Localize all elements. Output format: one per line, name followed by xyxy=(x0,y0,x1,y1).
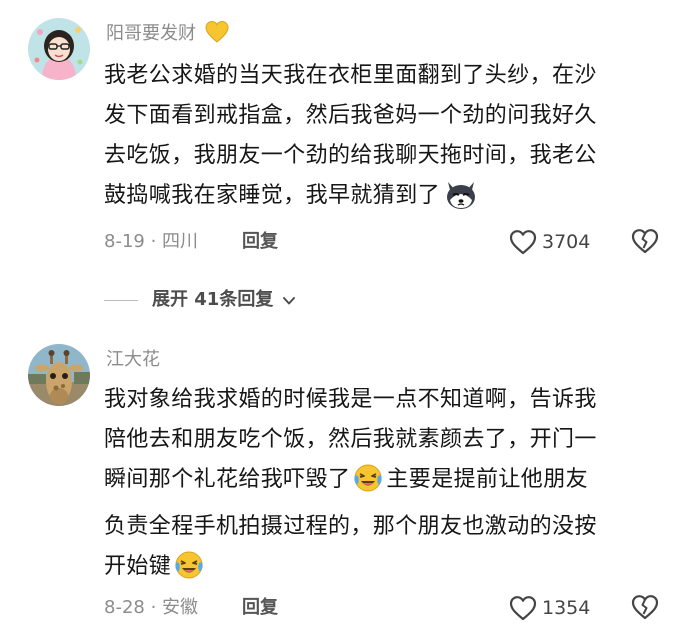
comment-2: 江大花 我对象给我求婚的时候我是一点不知道啊，告诉我 陪他去和朋友吃个饭，然后我… xyxy=(0,0,690,637)
crying-laughing-emoji-icon xyxy=(352,463,384,507)
avatar-giraffe-photo-icon xyxy=(28,344,90,406)
reply-button[interactable]: 回复 xyxy=(242,596,278,620)
like-button[interactable]: 1354 xyxy=(508,593,590,623)
comment-text: 我对象给我求婚的时候我是一点不知道啊，告诉我 陪他去和朋友吃个饭，然后我就素颜去… xyxy=(104,380,664,594)
comment-text-line: 我对象给我求婚的时候我是一点不知道啊，告诉我 xyxy=(104,387,597,412)
dislike-button[interactable] xyxy=(630,593,660,623)
heart-outline-icon xyxy=(509,596,537,621)
avatar[interactable] xyxy=(28,344,90,406)
comment-text-line-with-emoji: 开始键 xyxy=(104,547,664,594)
crying-laughing-emoji-icon xyxy=(173,550,205,594)
comment-meta: 8-28 · 安徽 xyxy=(104,597,199,618)
comment-text-line-with-emoji: 瞬间那个礼花给我吓毁了 主要是提前让他朋友 xyxy=(104,460,664,507)
comment-text-fragment: 主要是提前让他朋友 xyxy=(386,467,589,492)
comment-text-fragment: 瞬间那个礼花给我吓毁了 xyxy=(104,467,351,492)
like-count: 1354 xyxy=(542,597,591,619)
username[interactable]: 江大花 xyxy=(106,348,160,372)
broken-heart-icon xyxy=(631,595,659,620)
username-text: 江大花 xyxy=(106,349,160,370)
comment-text-line: 陪他去和朋友吃个饭，然后我就素颜去了，开门一 xyxy=(104,427,597,452)
comment-text-fragment: 开始键 xyxy=(104,554,172,579)
comment-text-line: 负责全程手机拍摄过程的，那个朋友也激动的没按 xyxy=(104,514,597,539)
